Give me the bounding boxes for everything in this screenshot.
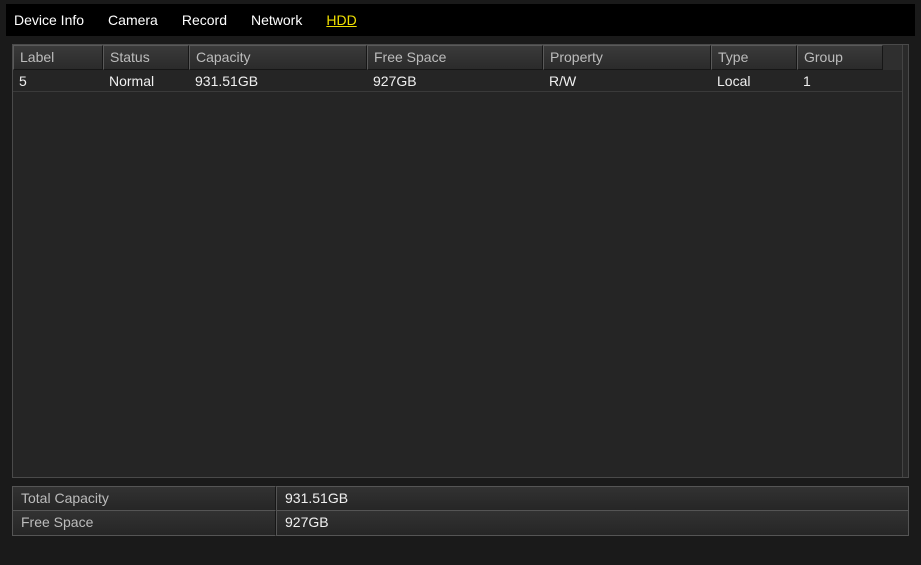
col-header-label[interactable]: Label xyxy=(13,45,103,70)
hdd-table: Label Status Capacity Free Space Propert… xyxy=(12,44,909,478)
cell-free-space: 927GB xyxy=(367,72,543,90)
col-header-free-space[interactable]: Free Space xyxy=(367,45,543,70)
tab-camera[interactable]: Camera xyxy=(106,8,160,32)
tab-hdd[interactable]: HDD xyxy=(324,8,358,32)
table-header-row: Label Status Capacity Free Space Propert… xyxy=(13,45,908,70)
hdd-panel: Label Status Capacity Free Space Propert… xyxy=(6,36,915,542)
summary-row-total-capacity: Total Capacity 931.51GB xyxy=(12,486,909,511)
summary-free-space-label: Free Space xyxy=(12,511,276,536)
tab-device-info[interactable]: Device Info xyxy=(12,8,86,32)
summary-table: Total Capacity 931.51GB Free Space 927GB xyxy=(12,486,909,536)
col-header-group[interactable]: Group xyxy=(797,45,883,70)
summary-free-space-value: 927GB xyxy=(276,511,909,536)
table-row[interactable]: 5 Normal 931.51GB 927GB R/W Local 1 xyxy=(13,70,902,92)
col-header-property[interactable]: Property xyxy=(543,45,711,70)
col-header-capacity[interactable]: Capacity xyxy=(189,45,367,70)
summary-total-capacity-value: 931.51GB xyxy=(276,486,909,511)
cell-capacity: 931.51GB xyxy=(189,72,367,90)
vertical-scrollbar[interactable] xyxy=(902,45,908,477)
summary-row-free-space: Free Space 927GB xyxy=(12,511,909,536)
tab-record[interactable]: Record xyxy=(180,8,229,32)
cell-property: R/W xyxy=(543,72,711,90)
cell-label: 5 xyxy=(13,72,103,90)
cell-group: 1 xyxy=(797,72,883,90)
col-header-type[interactable]: Type xyxy=(711,45,797,70)
tab-bar: Device Info Camera Record Network HDD xyxy=(6,4,915,36)
cell-type: Local xyxy=(711,72,797,90)
table-body: 5 Normal 931.51GB 927GB R/W Local 1 xyxy=(13,70,902,477)
tab-network[interactable]: Network xyxy=(249,8,304,32)
summary-total-capacity-label: Total Capacity xyxy=(12,486,276,511)
cell-status: Normal xyxy=(103,72,189,90)
col-header-status[interactable]: Status xyxy=(103,45,189,70)
